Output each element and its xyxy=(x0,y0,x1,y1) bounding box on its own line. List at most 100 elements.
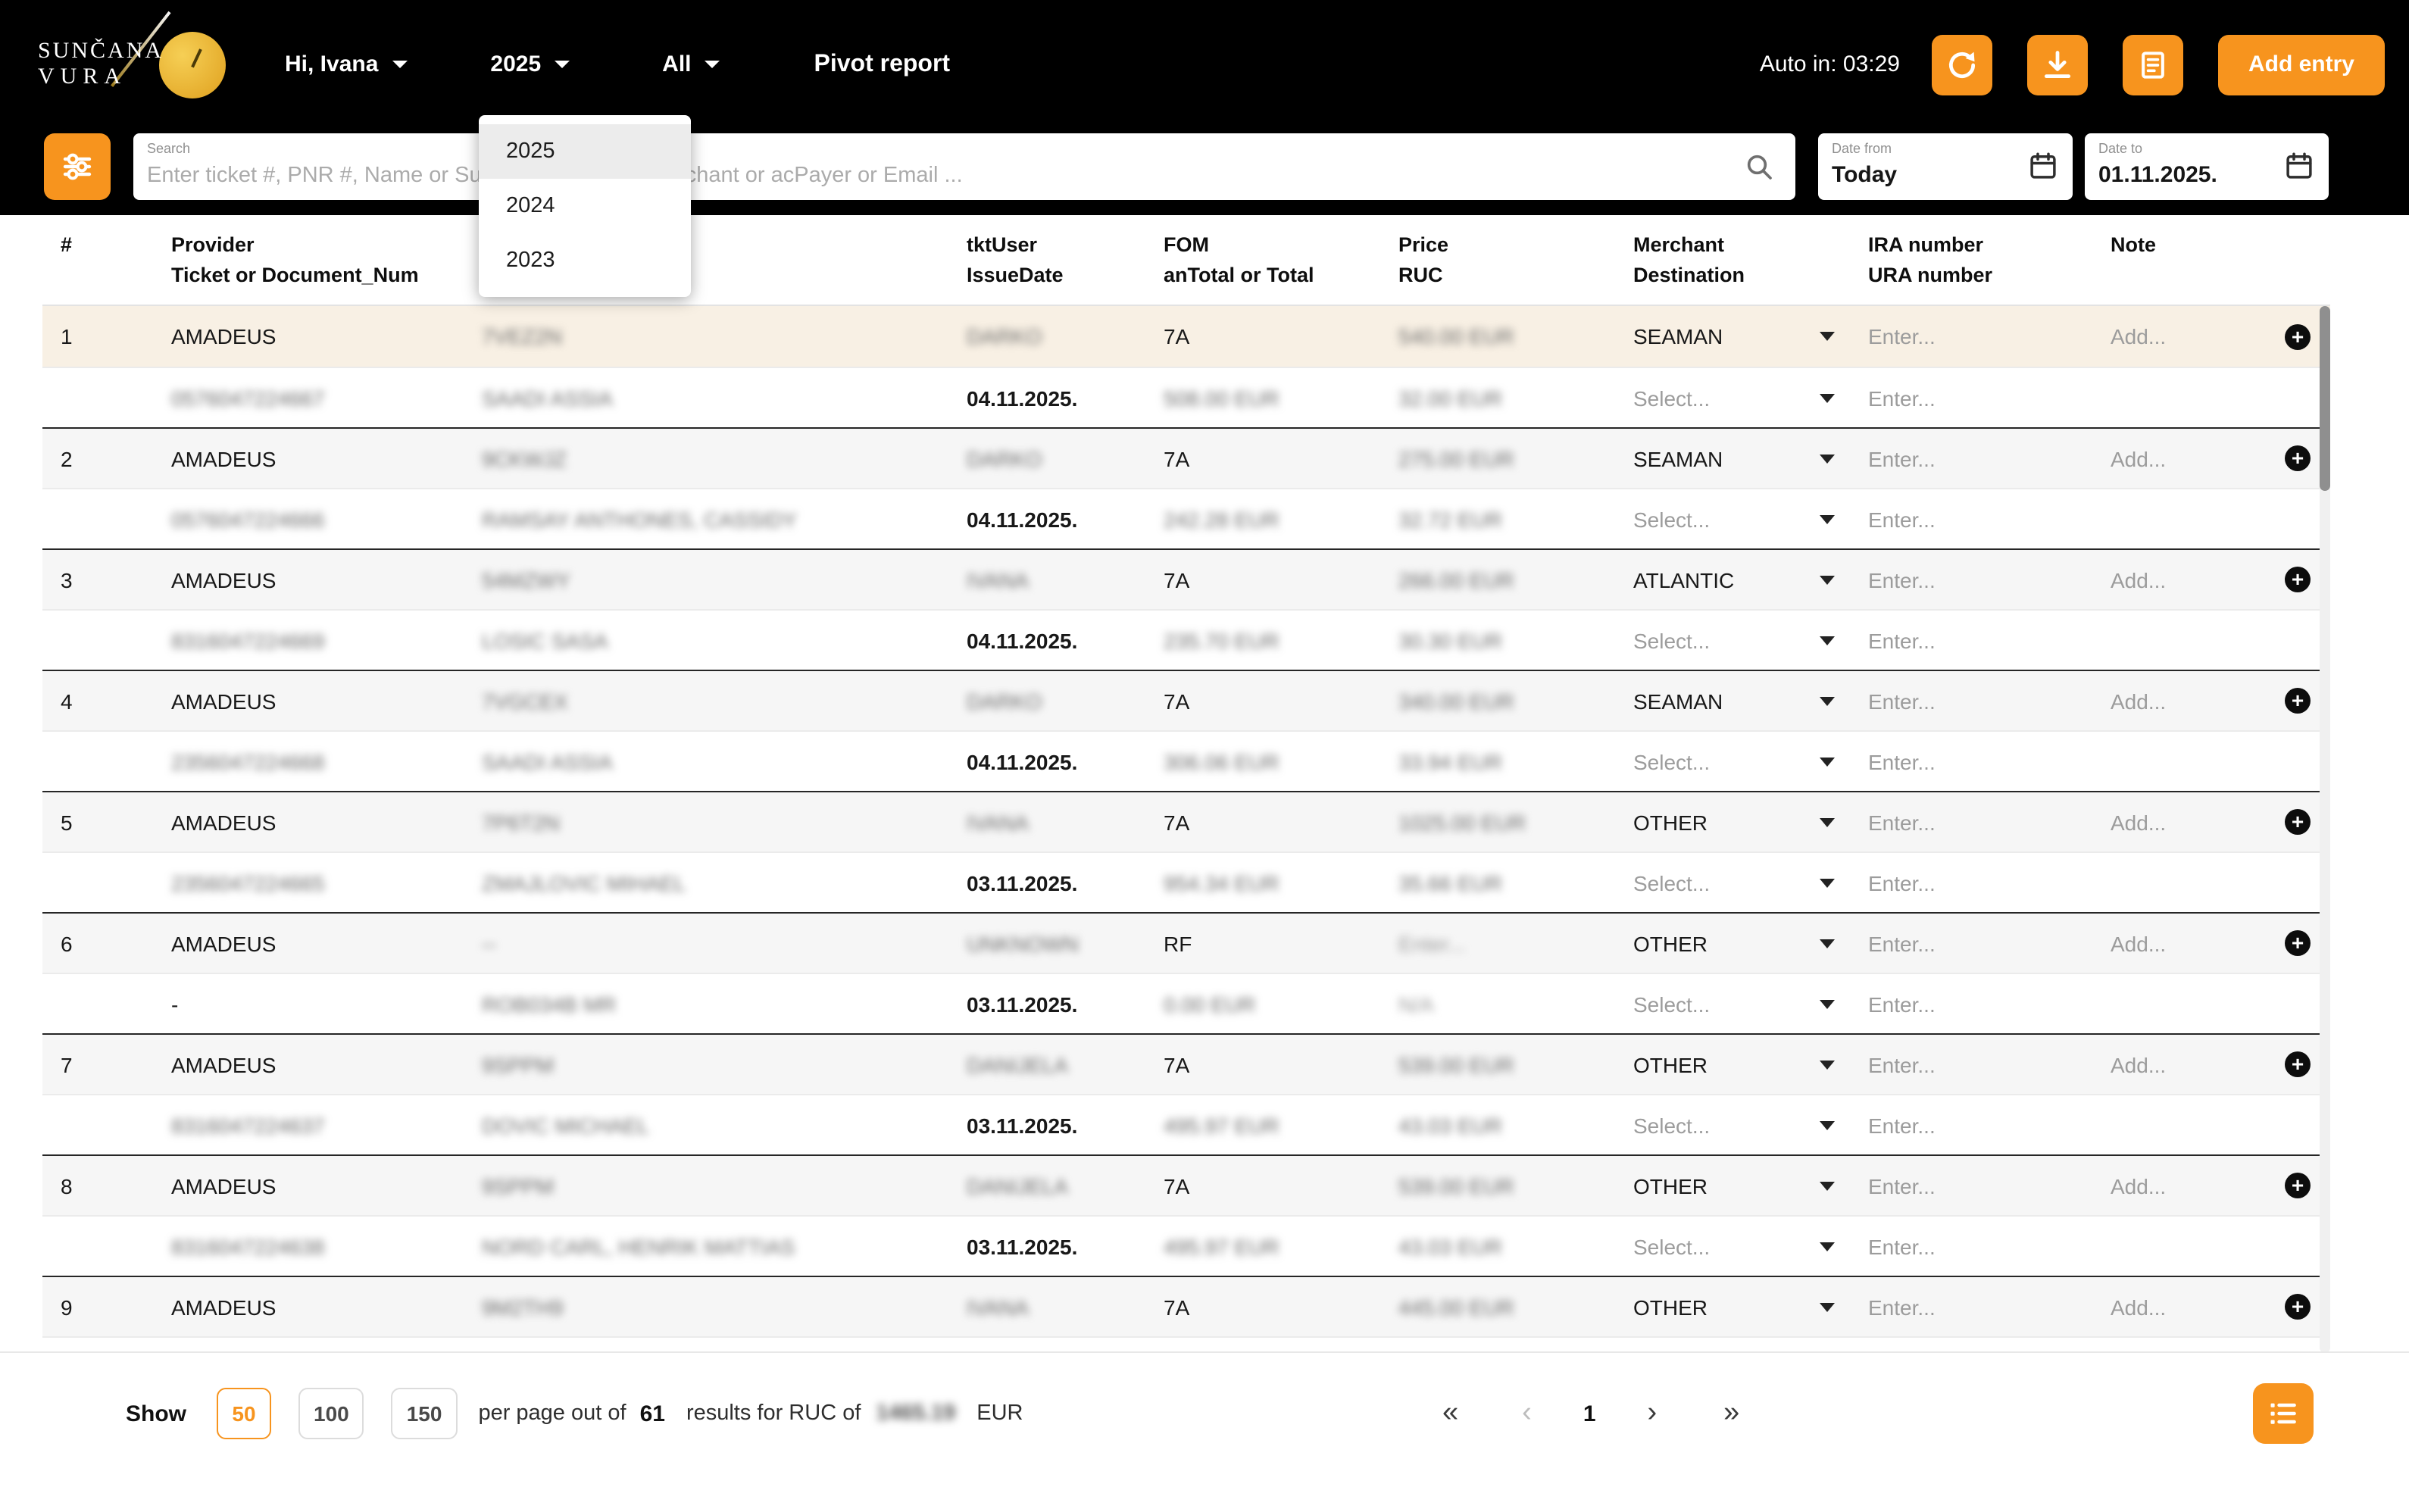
add-plus-icon[interactable] xyxy=(2285,445,2311,471)
per-page-text: per page out of xyxy=(478,1401,626,1426)
add-plus-icon[interactable] xyxy=(2285,1294,2311,1320)
table-scrollbar[interactable] xyxy=(2320,306,2330,1353)
destination-dropdown[interactable]: Select... xyxy=(1621,870,1856,895)
last-page-button[interactable]: » xyxy=(1723,1397,1739,1430)
ura-number-input[interactable]: Enter... xyxy=(1856,1113,2098,1137)
cell-tktuser: DARKO xyxy=(955,689,1151,713)
page-size-150-button[interactable]: 150 xyxy=(392,1388,458,1439)
year-option-2023[interactable]: 2023 xyxy=(479,233,691,288)
scope-selector[interactable]: All xyxy=(662,52,720,77)
year-selector[interactable]: 2025 xyxy=(490,52,570,77)
calendar-icon[interactable] xyxy=(2283,150,2315,189)
merchant-dropdown[interactable]: ATLANTIC xyxy=(1621,567,1856,592)
ura-number-input[interactable]: Enter... xyxy=(1856,628,2098,652)
destination-dropdown[interactable]: Select... xyxy=(1621,386,1856,410)
cell-passenger-name: ZMAJLOVIC MIHAEL xyxy=(470,870,955,895)
ira-number-input[interactable]: Enter... xyxy=(1856,1295,2098,1319)
add-plus-icon[interactable] xyxy=(2285,809,2311,835)
cell-tktuser: IVANA xyxy=(955,567,1151,592)
logo-clock-icon xyxy=(159,31,226,98)
search-icon[interactable] xyxy=(1744,152,1774,189)
note-add-input[interactable]: Add... xyxy=(2098,1295,2265,1319)
year-option-2025[interactable]: 2025 xyxy=(479,124,691,179)
download-button[interactable] xyxy=(2027,34,2088,95)
prev-page-button[interactable]: ‹ xyxy=(1522,1397,1532,1430)
ira-number-input[interactable]: Enter... xyxy=(1856,324,2098,348)
scrollbar-thumb[interactable] xyxy=(2320,306,2330,491)
add-plus-icon[interactable] xyxy=(2285,1051,2311,1077)
cell-price: 539.00 EUR xyxy=(1386,1173,1621,1198)
add-entry-button[interactable]: Add entry xyxy=(2218,34,2385,95)
add-plus-icon[interactable] xyxy=(2285,930,2311,956)
report-button[interactable] xyxy=(2123,34,2183,95)
add-plus-icon[interactable] xyxy=(2285,323,2311,349)
footer: Show 50 100 150 per page out of 61 resul… xyxy=(0,1371,2409,1456)
merchant-dropdown[interactable]: OTHER xyxy=(1621,810,1856,834)
first-page-button[interactable]: « xyxy=(1442,1397,1458,1430)
pivot-report-link[interactable]: Pivot report xyxy=(814,51,951,78)
summary-list-button[interactable] xyxy=(2253,1383,2314,1444)
destination-dropdown[interactable]: Select... xyxy=(1621,749,1856,773)
ira-number-input[interactable]: Enter... xyxy=(1856,689,2098,713)
ira-number-input[interactable]: Enter... xyxy=(1856,446,2098,470)
year-option-2024[interactable]: 2024 xyxy=(479,179,691,233)
chevron-down-icon xyxy=(1820,636,1835,645)
add-plus-icon[interactable] xyxy=(2285,1173,2311,1198)
merchant-dropdown[interactable]: SEAMAN xyxy=(1621,689,1856,713)
note-add-input[interactable]: Add... xyxy=(2098,1173,2265,1198)
date-from-field[interactable]: Date from Today xyxy=(1818,133,2073,200)
row-number: 4 xyxy=(42,689,159,713)
destination-dropdown[interactable]: Select... xyxy=(1621,992,1856,1016)
merchant-dropdown[interactable]: OTHER xyxy=(1621,1173,1856,1198)
merchant-dropdown[interactable]: OTHER xyxy=(1621,931,1856,955)
cell-tktuser: DANIJELA xyxy=(955,1052,1151,1076)
destination-placeholder: Select... xyxy=(1633,1234,1710,1258)
search-input[interactable] xyxy=(147,158,1723,194)
cell-issue-date: 03.11.2025. xyxy=(955,870,1151,895)
ira-number-input[interactable]: Enter... xyxy=(1856,931,2098,955)
note-add-input[interactable]: Add... xyxy=(2098,689,2265,713)
ira-number-input[interactable]: Enter... xyxy=(1856,1173,2098,1198)
ura-number-input[interactable]: Enter... xyxy=(1856,870,2098,895)
cell-tktuser: DARKO xyxy=(955,324,1151,348)
calendar-icon[interactable] xyxy=(2027,150,2059,189)
add-plus-icon[interactable] xyxy=(2285,567,2311,592)
ura-number-input[interactable]: Enter... xyxy=(1856,386,2098,410)
ura-number-input[interactable]: Enter... xyxy=(1856,992,2098,1016)
note-add-input[interactable]: Add... xyxy=(2098,567,2265,592)
ura-number-input[interactable]: Enter... xyxy=(1856,507,2098,531)
note-add-input[interactable]: Add... xyxy=(2098,1052,2265,1076)
note-add-input[interactable]: Add... xyxy=(2098,446,2265,470)
destination-dropdown[interactable]: Select... xyxy=(1621,628,1856,652)
next-page-button[interactable]: › xyxy=(1648,1397,1658,1430)
filters-button[interactable] xyxy=(44,133,111,200)
destination-placeholder: Select... xyxy=(1633,870,1710,895)
merchant-dropdown[interactable]: SEAMAN xyxy=(1621,446,1856,470)
page-size-100-button[interactable]: 100 xyxy=(298,1388,364,1439)
merchant-dropdown[interactable]: SEAMAN xyxy=(1621,324,1856,348)
note-add-input[interactable]: Add... xyxy=(2098,810,2265,834)
note-add-input[interactable]: Add... xyxy=(2098,931,2265,955)
ura-number-input[interactable]: Enter... xyxy=(1856,749,2098,773)
user-menu[interactable]: Hi, Ivana xyxy=(285,52,407,77)
date-to-field[interactable]: Date to 01.11.2025. xyxy=(2085,133,2329,200)
destination-dropdown[interactable]: Select... xyxy=(1621,1113,1856,1137)
cell-ticket-number: 8316047224638 xyxy=(159,1234,470,1258)
add-plus-icon[interactable] xyxy=(2285,688,2311,714)
search-field[interactable]: Search xyxy=(133,133,1795,200)
table-row-sub: 8316047224638 NORD CARL, HENRIK MATTIAS … xyxy=(42,1215,2330,1276)
ira-number-input[interactable]: Enter... xyxy=(1856,567,2098,592)
destination-dropdown[interactable]: Select... xyxy=(1621,507,1856,531)
ira-number-input[interactable]: Enter... xyxy=(1856,810,2098,834)
note-add-input[interactable]: Add... xyxy=(2098,324,2265,348)
merchant-dropdown[interactable]: OTHER xyxy=(1621,1052,1856,1076)
table-row-main: 5 AMADEUS 7P6T2N IVANA 7A 1025.00 EUR OT… xyxy=(42,791,2330,851)
ura-number-input[interactable]: Enter... xyxy=(1856,1234,2098,1258)
refresh-button[interactable] xyxy=(1932,34,1992,95)
ira-number-input[interactable]: Enter... xyxy=(1856,1052,2098,1076)
merchant-dropdown[interactable]: OTHER xyxy=(1621,1295,1856,1319)
cell-passenger-name: SAADI ASSIA xyxy=(470,749,955,773)
topbar: SUNČANA VURA Hi, Ivana 2025 All Pivot re… xyxy=(0,0,2409,129)
destination-dropdown[interactable]: Select... xyxy=(1621,1234,1856,1258)
page-size-50-button[interactable]: 50 xyxy=(217,1388,271,1439)
